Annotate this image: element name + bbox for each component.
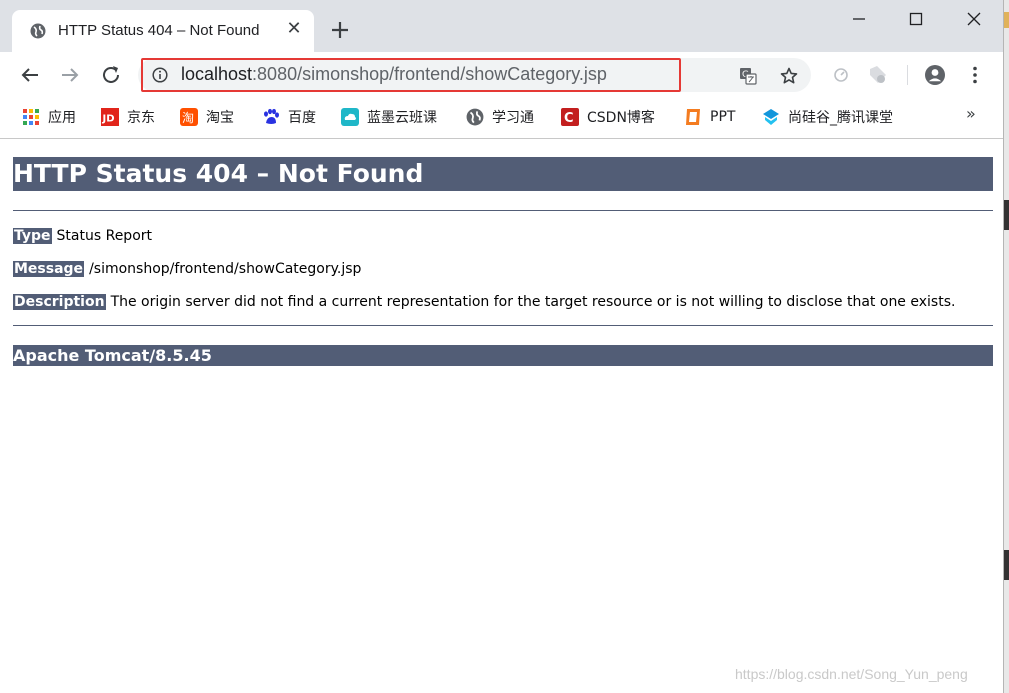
bookmark-tencent-classroom[interactable]: 尚硅谷_腾讯课堂 (762, 106, 893, 128)
bookmark-lanmo[interactable]: 蓝墨云班课 (341, 106, 437, 128)
message-label: Message (13, 261, 85, 277)
svg-text:淘: 淘 (182, 111, 194, 125)
adjacent-window-mark (1004, 12, 1009, 28)
extension-tag-icon[interactable] (866, 63, 890, 87)
svg-text:JD: JD (102, 114, 115, 125)
bookmark-label: 淘宝 (206, 110, 234, 126)
tab-active[interactable]: HTTP Status 404 – Not Found ✕ (12, 10, 314, 52)
type-line: Type Status Report (13, 228, 152, 244)
csdn-icon: C (561, 108, 579, 126)
bookmark-label: CSDN博客 (587, 110, 655, 126)
adjacent-window-edge (1003, 0, 1009, 693)
page-title: HTTP Status 404 – Not Found (13, 157, 993, 191)
menu-kebab-icon[interactable] (963, 63, 987, 87)
reload-icon[interactable] (99, 63, 123, 87)
close-window-icon[interactable] (963, 8, 985, 30)
bookmark-label: 尚硅谷_腾讯课堂 (788, 110, 893, 126)
globe-icon (466, 108, 484, 126)
bookmark-jd[interactable]: JD 京东 (101, 106, 155, 128)
bookmarks-bar: 应用 JD 京东 淘 淘宝 百度 蓝墨云班课 学习通 C CSDN博客 PPT … (0, 98, 1003, 136)
bookmark-star-icon[interactable] (780, 67, 798, 85)
description-value: The origin server did not find a current… (110, 294, 956, 310)
apps-grid-icon (23, 109, 39, 125)
forward-arrow-icon[interactable] (58, 63, 82, 87)
tab-strip: HTTP Status 404 – Not Found ✕ (0, 0, 1003, 52)
bookmark-apps[interactable]: 应用 (22, 106, 76, 128)
bookmark-label: 学习通 (492, 110, 534, 126)
message-line: Message/simonshop/frontend/showCategory.… (13, 261, 361, 277)
extension-speed-icon[interactable] (829, 63, 853, 87)
divider-top (13, 210, 993, 211)
translate-icon[interactable]: G (739, 67, 757, 85)
back-arrow-icon[interactable] (18, 63, 42, 87)
adjacent-window-mark (1004, 550, 1009, 580)
divider-bottom (13, 325, 993, 326)
bookmark-label: 应用 (48, 110, 76, 126)
baidu-icon (264, 108, 279, 124)
bookmark-baidu[interactable]: 百度 (262, 106, 316, 128)
svg-text:C: C (564, 111, 574, 126)
profile-avatar-icon[interactable] (923, 63, 947, 87)
description-label: Description (13, 294, 106, 310)
adjacent-window-mark (1004, 200, 1009, 230)
bookmarks-overflow-button[interactable]: » (966, 104, 976, 123)
browser-chrome: HTTP Status 404 – Not Found ✕ localhost:… (0, 0, 1003, 139)
toolbar-separator (907, 65, 908, 85)
tab-title: HTTP Status 404 – Not Found (58, 22, 260, 39)
taobao-icon: 淘 (180, 108, 198, 126)
type-value: Status Report (56, 228, 153, 244)
bookmark-label: 百度 (288, 110, 316, 126)
ppt-icon (686, 109, 700, 125)
bookmark-ppt[interactable]: PPT (684, 106, 735, 128)
cloud-icon (341, 108, 359, 126)
watermark: https://blog.csdn.net/Song_Yun_peng (735, 666, 968, 682)
new-tab-icon[interactable] (328, 18, 352, 42)
message-value: /simonshop/frontend/showCategory.jsp (89, 261, 362, 277)
jd-icon: JD (101, 108, 119, 126)
minimize-icon[interactable] (848, 8, 870, 30)
tab-close-icon[interactable]: ✕ (284, 19, 304, 39)
description-line: Description The origin server did not fin… (13, 294, 955, 310)
bookmark-csdn[interactable]: C CSDN博客 (561, 106, 655, 128)
url-highlight-box (141, 58, 681, 92)
type-label: Type (13, 228, 52, 244)
bookmark-label: 京东 (127, 110, 155, 126)
maximize-icon[interactable] (905, 8, 927, 30)
server-info: Apache Tomcat/8.5.45 (13, 345, 993, 366)
bookmark-label: PPT (710, 109, 736, 125)
bookmark-taobao[interactable]: 淘 淘宝 (180, 106, 234, 128)
page-content: HTTP Status 404 – Not Found Type Status R… (0, 139, 1003, 693)
bookmark-label: 蓝墨云班课 (367, 110, 437, 126)
tencent-classroom-icon (763, 109, 779, 125)
bookmark-xuexitong[interactable]: 学习通 (466, 106, 534, 128)
navigation-toolbar: localhost:8080/simonshop/frontend/showCa… (0, 52, 1003, 98)
globe-icon (30, 23, 46, 39)
